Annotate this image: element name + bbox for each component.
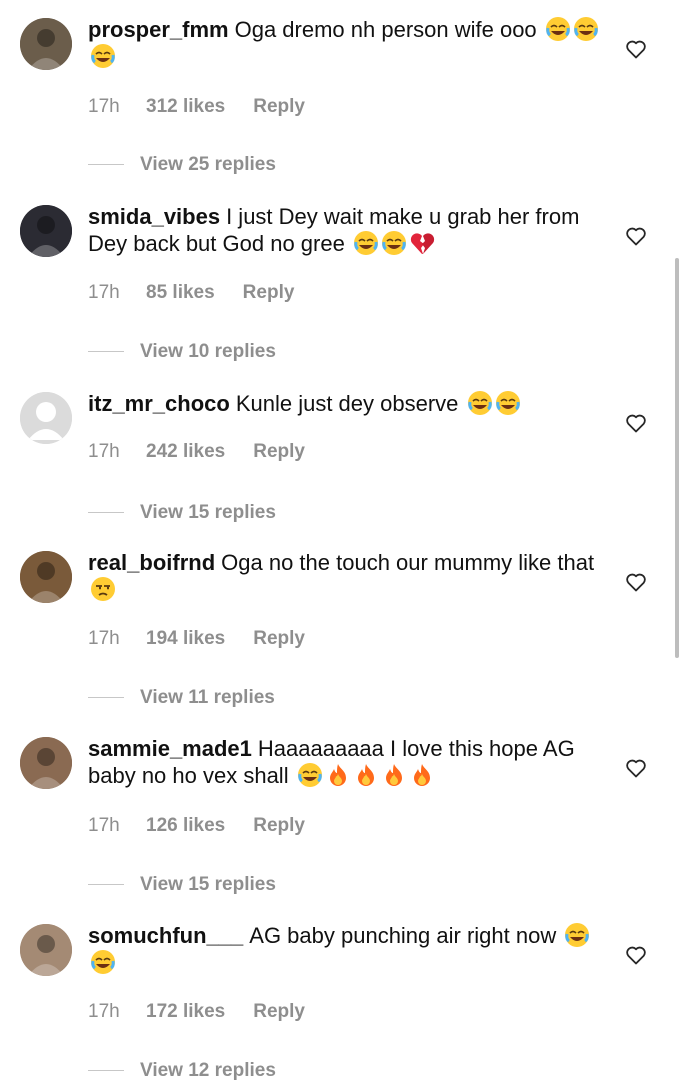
fire-emoji-icon [329,764,346,786]
laugh-emoji-icon [467,391,492,415]
likes-count[interactable]: 312 likes [146,96,225,118]
comment-username[interactable]: real_boifrnd [88,550,215,575]
timestamp: 17h [88,282,120,303]
replies-divider [88,164,124,166]
replies-divider [88,884,124,886]
heart-icon[interactable] [624,224,648,248]
laugh-emoji-icon [565,923,590,947]
likes-count[interactable]: 172 likes [146,1001,225,1023]
timestamp: 17h [88,815,120,836]
view-replies-label: View 15 replies [140,874,276,895]
comment-text: somuchfun___ AG baby punching air right n… [88,922,608,976]
fire-emoji-icon [385,764,402,786]
reply-button[interactable]: Reply [253,1001,305,1023]
replies-divider [88,351,124,353]
comment-text: sammie_made1 Haaaaaaaaa I love this hope … [88,735,608,789]
timestamp: 17h [88,96,120,117]
laugh-emoji-icon [91,44,115,68]
heart-icon[interactable] [624,756,648,780]
laugh-emoji-icon [495,391,520,415]
scrollbar[interactable] [675,258,679,658]
comment-meta: 17h 126 likes Reply [88,815,305,837]
comment-text: itz_mr_choco Kunle just dey observe [88,390,608,417]
view-replies-label: View 25 replies [140,154,276,175]
timestamp: 17h [88,628,120,649]
comment-meta: 17h 312 likes Reply [88,96,305,118]
view-replies-label: View 11 replies [140,687,275,708]
comment-username[interactable]: prosper_fmm [88,17,229,42]
view-replies-label: View 15 replies [140,502,276,523]
avatar[interactable] [20,924,72,976]
replies-divider [88,697,124,699]
laugh-emoji-icon [573,17,598,41]
comment-username[interactable]: somuchfun___ [88,923,243,948]
heart-icon[interactable] [624,570,648,594]
comment-meta: 17h 242 likes Reply [88,441,305,463]
comment-username[interactable]: sammie_made1 [88,736,252,761]
heart-icon[interactable] [624,37,648,61]
view-replies-button[interactable]: View 11 replies [88,687,275,709]
comment-body: Oga dremo nh person wife ooo [234,17,543,42]
fire-emoji-icon [413,764,430,786]
broken-heart-emoji-icon [410,233,435,254]
avatar[interactable] [20,392,72,444]
laugh-emoji-icon [381,231,406,255]
view-replies-label: View 12 replies [140,1060,276,1081]
reply-button[interactable]: Reply [253,628,305,650]
avatar[interactable] [20,737,72,789]
comment-body: Oga no the touch our mummy like that [221,550,595,575]
comment-text: smida_vibes I just Dey wait make u grab h… [88,203,608,257]
view-replies-button[interactable]: View 10 replies [88,341,276,363]
view-replies-button[interactable]: View 25 replies [88,154,276,176]
comment-meta: 17h 85 likes Reply [88,282,294,304]
laugh-emoji-icon [353,231,378,255]
laugh-emoji-icon [297,763,322,787]
reply-button[interactable]: Reply [253,815,305,837]
likes-count[interactable]: 242 likes [146,441,225,463]
likes-count[interactable]: 85 likes [146,282,215,304]
heart-icon[interactable] [624,411,648,435]
timestamp: 17h [88,1001,120,1022]
laugh-emoji-icon [545,17,570,41]
comment-username[interactable]: smida_vibes [88,204,220,229]
likes-count[interactable]: 194 likes [146,628,225,650]
laugh-emoji-icon [91,950,115,974]
comment-text: real_boifrnd Oga no the touch our mummy l… [88,549,608,603]
avatar[interactable] [20,205,72,257]
comment-meta: 17h 172 likes Reply [88,1001,305,1023]
avatar[interactable] [20,551,72,603]
comment-text: prosper_fmm Oga dremo nh person wife ooo [88,16,608,70]
fire-emoji-icon [357,764,374,786]
replies-divider [88,512,124,514]
view-replies-button[interactable]: View 12 replies [88,1060,276,1082]
replies-divider [88,1070,124,1072]
timestamp: 17h [88,441,120,462]
reply-button[interactable]: Reply [253,96,305,118]
avatar[interactable] [20,18,72,70]
reply-button[interactable]: Reply [253,441,305,463]
view-replies-button[interactable]: View 15 replies [88,502,276,524]
comment-username[interactable]: itz_mr_choco [88,391,230,416]
reply-button[interactable]: Reply [243,282,295,304]
unamused-emoji-icon [91,577,115,601]
comment-body: Kunle just dey observe [235,391,465,416]
comment-meta: 17h 194 likes Reply [88,628,305,650]
heart-icon[interactable] [624,943,648,967]
likes-count[interactable]: 126 likes [146,815,225,837]
view-replies-button[interactable]: View 15 replies [88,874,276,896]
view-replies-label: View 10 replies [140,341,276,362]
comment-body: AG baby punching air right now [249,923,563,948]
